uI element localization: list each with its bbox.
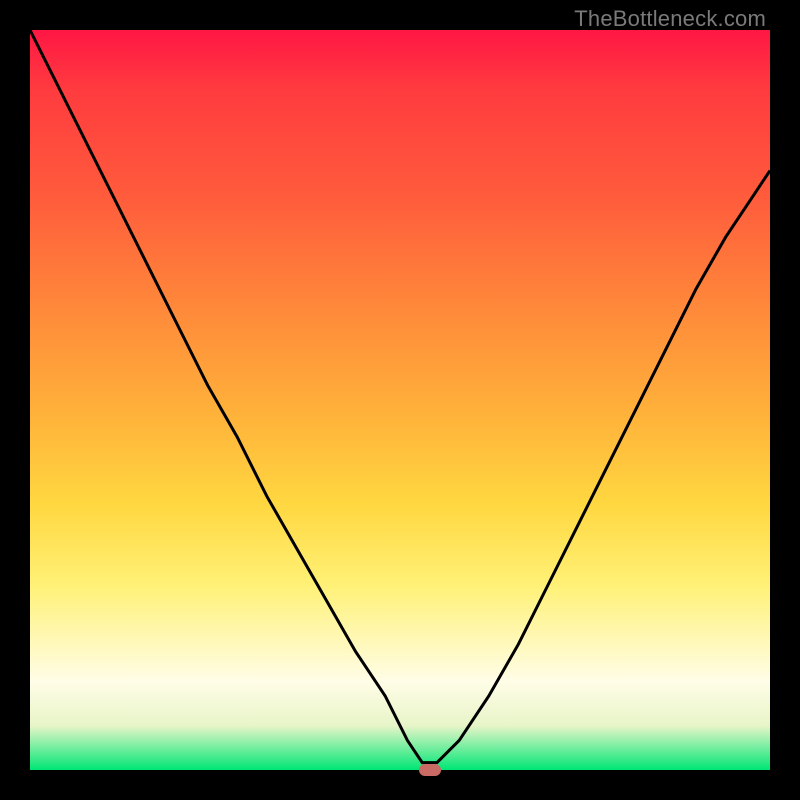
chart-frame: TheBottleneck.com bbox=[0, 0, 800, 800]
curve-path bbox=[30, 30, 770, 763]
minimum-marker bbox=[419, 764, 441, 776]
watermark-text: TheBottleneck.com bbox=[574, 6, 766, 32]
bottleneck-curve bbox=[30, 30, 770, 770]
plot-area bbox=[30, 30, 770, 770]
